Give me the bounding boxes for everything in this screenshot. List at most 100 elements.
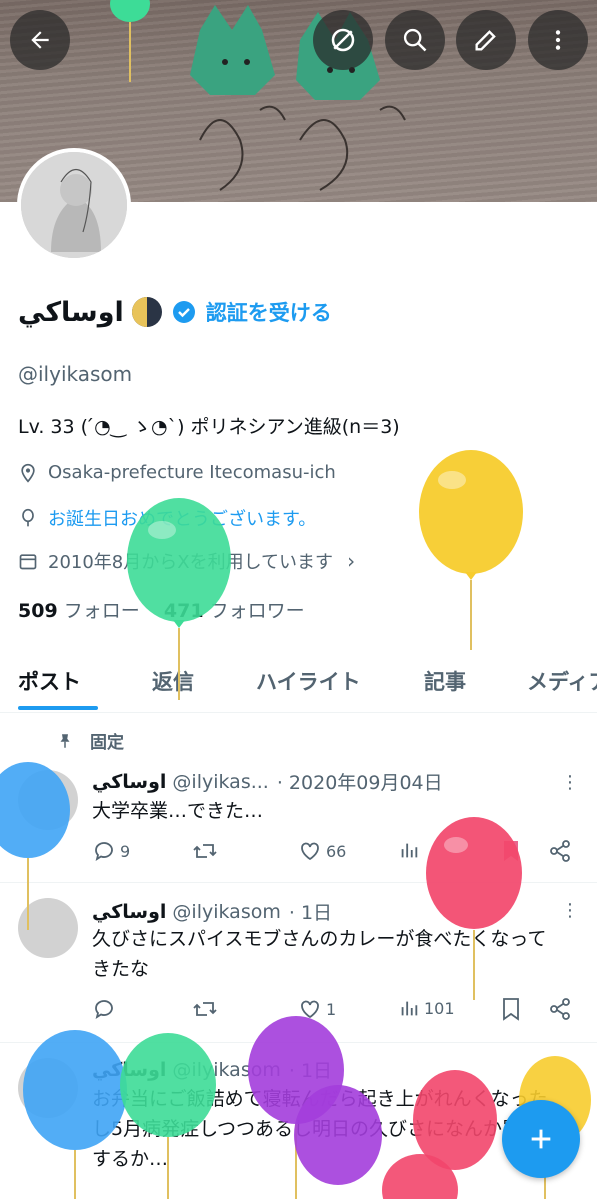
search-icon [403, 28, 427, 52]
grok-button[interactable] [313, 10, 373, 70]
follow-stats: 509 フォロー 471 フォロワー [18, 596, 305, 623]
tab-articles[interactable]: 記事 [424, 666, 466, 696]
followers-label: フォロワー [209, 600, 305, 622]
post-author-name: اوساكي [92, 1058, 167, 1081]
tab-highlights[interactable]: ハイライト [256, 666, 361, 696]
analytics-icon [401, 843, 418, 858]
birthday-text: お誕生日おめでとうございます。 [48, 509, 317, 530]
post-time: · 1日 [288, 902, 333, 924]
chevron-right-icon: › [347, 549, 356, 573]
post-time: · 1日 [288, 1060, 333, 1082]
following-label: フォロー [63, 600, 140, 622]
share-icon [550, 840, 570, 862]
plus-icon [531, 1129, 551, 1149]
moon-emoji-icon [131, 297, 162, 327]
followers-link[interactable]: 471 フォロワー [164, 600, 305, 622]
display-name: اوساكي [18, 296, 124, 328]
followers-count: 471 [163, 600, 204, 622]
bookmark-button[interactable] [500, 997, 522, 1021]
reply-icon [95, 1000, 113, 1019]
grok-icon [331, 28, 355, 52]
repost-icon [193, 844, 217, 858]
edit-button[interactable] [456, 10, 516, 70]
post-more-icon[interactable]: ⋮ [561, 772, 579, 793]
post-more-icon[interactable]: ⋮ [561, 900, 579, 921]
analytics-icon [401, 1001, 418, 1016]
post-text: 久びさにスパイスモブさんのカレーが食べたくなってきたな [92, 928, 547, 980]
tab-posts[interactable]: ポスト [18, 666, 81, 696]
bookmark-icon [504, 841, 518, 861]
share-button[interactable] [548, 839, 572, 863]
joined-row[interactable]: 2010年8月からXを利用しています › [18, 548, 355, 574]
active-tab-indicator [18, 706, 98, 710]
post-text: お弁当にご飯詰めて寝転んだら起き上がれんくなったし5月病発症しつつあるし明日の久… [92, 1088, 559, 1170]
following-link[interactable]: 509 フォロー [18, 600, 140, 622]
balloon-icon [22, 508, 34, 527]
verify-button[interactable]: 認証を受ける [172, 297, 332, 327]
post-actions: 9 66 [92, 839, 582, 869]
balloon-decoration [110, 0, 150, 82]
profile-name-row: اوساكي 認証を受ける [18, 290, 332, 334]
post-actions: 1 101 [92, 997, 582, 1027]
like-count: 66 [326, 841, 347, 861]
balloon-yellow-1 [419, 450, 523, 650]
reply-button[interactable] [92, 997, 116, 1021]
search-button[interactable] [385, 10, 445, 70]
like-button[interactable]: 1 [298, 997, 336, 1021]
location-pin-icon [21, 463, 35, 483]
profile-handle: @ilyikasom [18, 362, 133, 386]
post-avatar[interactable] [18, 1058, 78, 1118]
tab-media[interactable]: メディア [527, 666, 597, 696]
verified-badge-icon [172, 301, 195, 323]
following-count: 509 [18, 600, 58, 622]
location-text: Osaka-prefecture Itecomasu-ich [48, 462, 336, 483]
more-button[interactable] [528, 10, 588, 70]
view-count: 101 [424, 998, 455, 1018]
joined-text: 2010年8月からXを利用しています [48, 552, 334, 573]
post-header: اوساكي @ilyikasom · 1日 [92, 898, 332, 925]
post-text: 大学卒業…できた… [92, 800, 264, 822]
reply-button[interactable]: 9 [92, 839, 130, 863]
repost-button[interactable] [192, 997, 218, 1021]
pencil-icon [475, 30, 496, 51]
profile-bio: Lv. 33 ( ́◔‿ ゝ◔`) ポリネシアン進級(n＝3) [18, 416, 400, 438]
post-header: اوساكي @ilyikasom · 1日 [92, 1056, 332, 1083]
verify-label: 認証を受ける [205, 301, 332, 325]
post-author-name: اوساكي [92, 900, 167, 923]
like-count: 1 [326, 999, 337, 1019]
calendar-icon [19, 554, 37, 570]
profile-avatar[interactable] [17, 148, 131, 262]
location-row: Osaka-prefecture Itecomasu-ich [18, 462, 336, 483]
post-header: اوساكي @ilyikas... · 2020年09月04日 [92, 768, 443, 795]
share-icon [550, 998, 570, 1020]
birthday-row[interactable]: お誕生日おめでとうございます。 [18, 505, 316, 531]
heart-icon [301, 1000, 319, 1019]
post-avatar[interactable] [18, 770, 78, 830]
repost-icon [193, 1002, 217, 1016]
post-author-handle: @ilyikas... [172, 770, 269, 793]
heart-icon [301, 842, 319, 861]
post-time: · 2020年09月04日 [276, 772, 443, 794]
bookmark-icon [503, 998, 519, 1021]
reply-icon [95, 842, 113, 861]
like-button[interactable]: 66 [298, 839, 346, 863]
post-item[interactable]: اوساكي @ilyikasom · 1日 ⋮ 久びさにスパイスモブさんのカレ… [0, 882, 597, 1043]
avatar-image [21, 152, 127, 258]
compose-post-button[interactable] [502, 1100, 580, 1178]
post-author-name: اوساكي [92, 770, 167, 793]
tab-replies[interactable]: 返信 [152, 666, 194, 696]
post-author-handle: @ilyikasom [172, 1058, 281, 1081]
back-button[interactable] [10, 10, 70, 70]
repost-button[interactable] [192, 839, 218, 863]
bookmark-button[interactable] [500, 839, 522, 863]
profile-tabs: ポスト 返信 ハイライト 記事 メディア [0, 656, 597, 713]
views-button[interactable] [398, 839, 420, 861]
post-avatar[interactable] [18, 898, 78, 958]
share-button[interactable] [548, 997, 572, 1021]
reply-count: 9 [120, 841, 131, 861]
arrow-left-icon [31, 31, 49, 49]
post-item[interactable]: اوساكي @ilyikas... · 2020年09月04日 ⋮ 大学卒業…… [0, 712, 597, 883]
post-author-handle: @ilyikasom [172, 900, 281, 923]
more-vertical-icon [555, 30, 561, 50]
views-button[interactable]: 101 [398, 997, 455, 1019]
